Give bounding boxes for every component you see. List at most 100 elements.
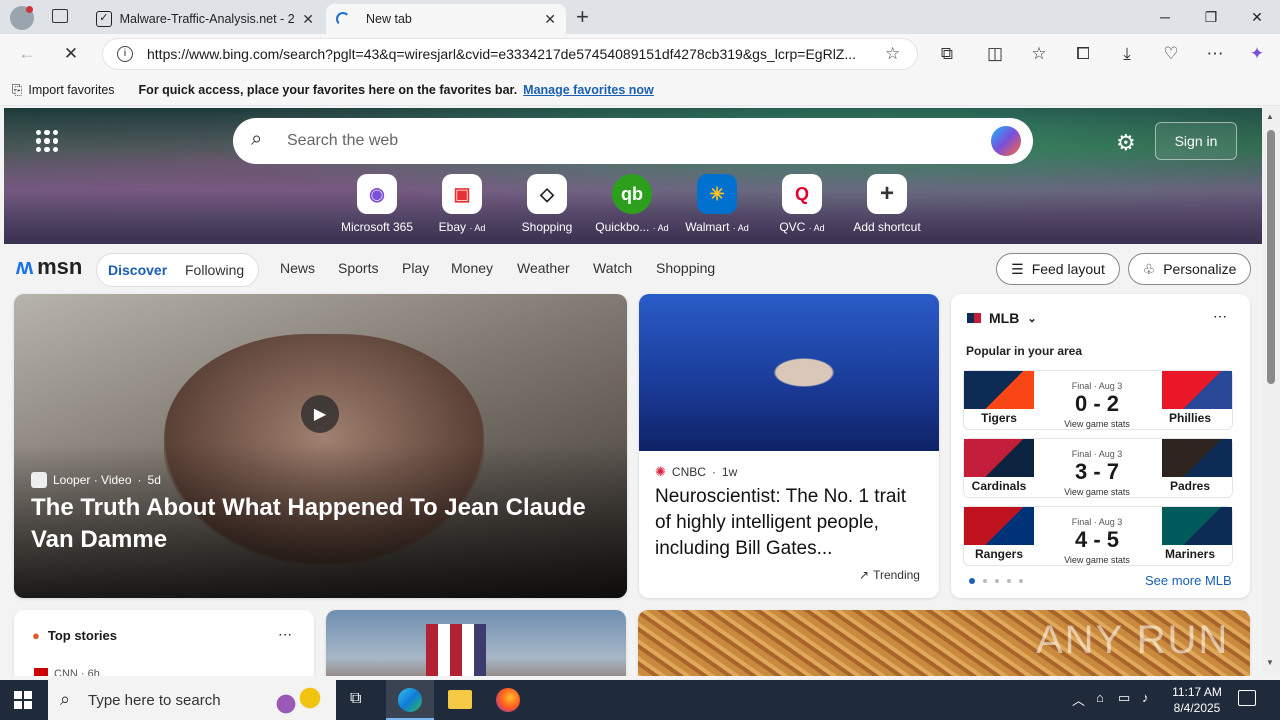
checkbox-favicon-icon: ✓ [96,11,112,27]
device-icon[interactable]: ⌂ [1096,690,1104,705]
tab-following[interactable]: Following [185,262,244,278]
notifications-icon[interactable] [1238,690,1256,706]
view-stats-link[interactable]: View game stats [1060,555,1134,565]
shortcut-label: Shopping [521,220,573,234]
scroll-thumb[interactable] [1267,130,1275,384]
chevron-down-icon: ⌄ [1027,312,1037,325]
import-favorites-button[interactable]: Import favorites [28,83,114,97]
downloads-icon[interactable]: ⤓ [1112,39,1142,69]
game-status: Final · Aug 3 [1071,381,1123,391]
loading-spinner-icon [336,12,350,26]
favorite-star-icon[interactable]: ☆ [885,44,900,64]
windows-start-icon[interactable] [14,691,32,709]
close-window-icon[interactable]: ✕ [1234,0,1280,34]
close-tab-icon[interactable]: ✕ [302,11,314,28]
shopping-tag-icon: ◇ [527,174,567,214]
score-value: 3 - 7 [1074,459,1120,484]
nav-sports[interactable]: Sports [338,260,378,276]
tab-discover[interactable]: Discover [108,262,167,278]
more-options-icon[interactable]: ⋯ [278,626,292,643]
nav-shopping[interactable]: Shopping [656,260,715,276]
view-stats-link[interactable]: View game stats [1060,487,1134,497]
feed-toggle: Discover Following [96,253,259,287]
manage-favorites-link[interactable]: Manage favorites now [523,83,654,97]
personalize-button[interactable]: ♧ Personalize [1128,253,1251,285]
nav-watch[interactable]: Watch [593,260,632,276]
microsoft-365-icon: ◉ [357,174,397,214]
file-explorer-icon[interactable] [448,690,472,709]
carousel-dots[interactable] [969,578,1023,584]
top-stories-header[interactable]: ● Top stories [32,628,117,643]
new-tab-plus-icon[interactable]: + [576,4,589,30]
nav-weather[interactable]: Weather [517,260,570,276]
nav-play[interactable]: Play [402,260,429,276]
tab-malware-traffic[interactable]: ✓ Malware-Traffic-Analysis.net - 202 ✕ [86,4,324,34]
edge-taskbar-button[interactable] [386,680,434,720]
extensions-icon[interactable]: ⧉ [932,39,962,69]
view-stats-link[interactable]: View game stats [1060,419,1134,429]
shortcut-walmart[interactable]: ✳ Walmart · Ad [674,174,760,234]
split-screen-icon[interactable]: ◫ [980,39,1010,69]
shortcut-add[interactable]: + Add shortcut [844,174,930,234]
copilot-icon[interactable]: ✦ [1242,39,1272,69]
game-row[interactable]: Cardinals Final · Aug 3 3 - 7 View game … [963,438,1233,498]
flag-image [426,624,486,676]
game-row[interactable]: Tigers Final · Aug 3 0 - 2 View game sta… [963,370,1233,430]
minimize-icon[interactable]: ─ [1142,0,1188,34]
restore-icon[interactable]: ❐ [1188,0,1234,34]
personalize-label: Personalize [1163,261,1237,277]
shortcut-label: Quickbo... [595,220,650,234]
stop-loading-icon[interactable]: ✕ [56,39,86,69]
page-scrollbar[interactable]: ▲ ▼ [1262,108,1280,676]
pasta-story-card[interactable]: ANY RUN [638,610,1250,676]
scroll-down-icon[interactable]: ▼ [1266,658,1274,667]
nav-money[interactable]: Money [451,260,493,276]
game-row[interactable]: Rangers Final · Aug 3 4 - 5 View game st… [963,506,1233,566]
network-icon[interactable]: ▭ [1118,690,1130,706]
trending-arrow-icon: ↗ [859,568,870,582]
mlb-header[interactable]: MLB ⌄ [967,310,1037,326]
browser-essentials-icon[interactable]: ♡ [1156,39,1186,69]
feed-layout-button[interactable]: ☰ Feed layout [996,253,1120,285]
clock[interactable]: 11:17 AM 8/4/2025 [1168,684,1226,716]
volume-icon[interactable]: ♪ [1142,690,1149,705]
back-arrow-icon[interactable]: ← [12,39,42,69]
see-more-mlb-link[interactable]: See more MLB [1145,573,1232,588]
shortcut-qvc[interactable]: Q QVC · Ad [759,174,845,234]
uncle-sam-story-card[interactable] [326,610,626,676]
import-favorites-icon: ⎘ [12,81,23,97]
play-video-icon[interactable]: ▶ [301,395,339,433]
nav-news[interactable]: News [280,260,315,276]
firefox-icon[interactable] [496,688,520,712]
mariners-logo-icon [1162,507,1232,545]
taskbar-search-box[interactable]: ⌕ Type here to search [48,680,336,720]
rangers-logo-icon [964,507,1034,545]
sign-in-button[interactable]: Sign in [1155,122,1237,160]
more-options-icon[interactable]: ⋯ [1213,308,1227,325]
web-search-box[interactable]: ⌕ Search the web [233,118,1033,164]
settings-more-icon[interactable]: ⋯ [1200,39,1230,69]
side-story-headline[interactable]: Neuroscientist: The No. 1 trait of highl… [655,484,927,562]
side-story-card[interactable]: ✺ CNBC · 1w Neuroscientist: The No. 1 trai… [639,294,939,598]
favorites-icon[interactable]: ☆ [1024,39,1054,69]
hero-story-headline[interactable]: The Truth About What Happened To Jean Cl… [31,492,621,556]
show-hidden-icons-chevron-icon[interactable]: ︿ [1072,690,1085,709]
shortcut-shopping[interactable]: ◇ Shopping [504,174,590,234]
task-view-icon[interactable]: ⧉ [350,690,361,708]
story-age: 1w [721,465,738,479]
address-bar[interactable]: i https://www.bing.com/search?pglt=43&q=… [102,38,918,70]
shortcut-quickbooks[interactable]: qb Quickbo... · Ad [589,174,675,234]
close-tab-icon[interactable]: ✕ [544,11,556,28]
copilot-search-icon[interactable] [991,126,1021,156]
apps-launcher-icon[interactable] [36,130,58,152]
hero-story-card[interactable]: ▶ Looper · Video · 5d The Truth About What… [14,294,627,598]
scroll-up-icon[interactable]: ▲ [1266,112,1274,121]
msn-logo[interactable]: ʍ msn [16,254,82,280]
settings-gear-icon[interactable]: ⚙ [1116,130,1136,156]
shortcut-microsoft-365[interactable]: ◉ Microsoft 365 [334,174,420,234]
tab-actions-icon[interactable] [52,9,68,23]
tab-new-tab[interactable]: New tab ✕ [326,4,566,34]
shortcut-ebay[interactable]: ▣ Ebay · Ad [419,174,505,234]
site-info-icon[interactable]: i [117,46,133,62]
collections-icon[interactable]: ⧠ [1068,39,1098,69]
